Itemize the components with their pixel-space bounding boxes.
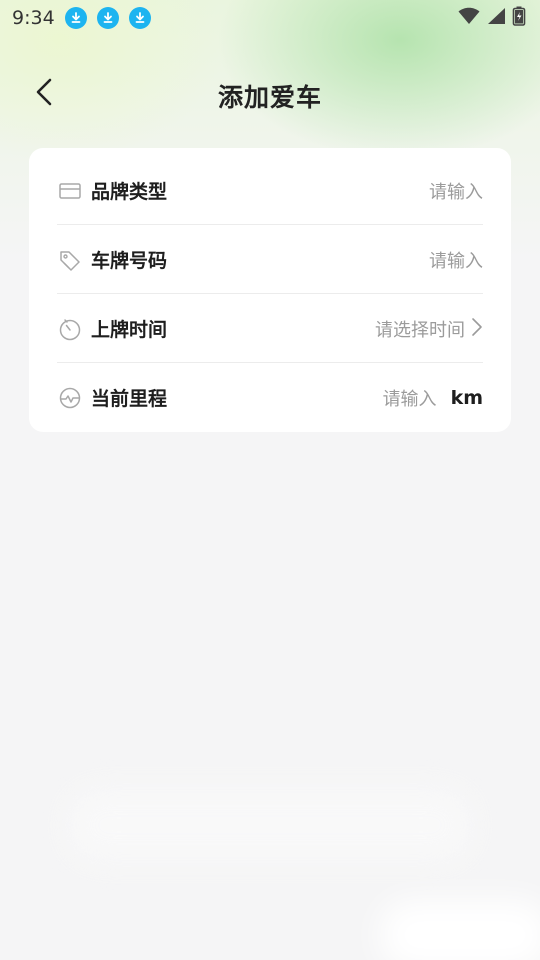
- battery-icon: [512, 6, 526, 30]
- plate-number-label: 车牌号码: [91, 250, 168, 272]
- mileage-unit: km: [450, 386, 483, 409]
- car-form-card: 品牌类型 请输入 车牌号码 请输入 上牌时间 请选择时间 当前里程 请输入 km: [29, 148, 511, 432]
- tag-icon: [57, 247, 83, 273]
- background-haze: [70, 790, 470, 860]
- header: 添加爱车: [0, 64, 540, 124]
- background-haze: [380, 900, 540, 960]
- plate-number-row[interactable]: 车牌号码 请输入: [57, 225, 483, 294]
- gauge-icon: [57, 385, 83, 411]
- mileage-input[interactable]: 请输入: [383, 385, 437, 411]
- status-time: 9:34: [12, 7, 55, 29]
- plate-number-input[interactable]: 请输入: [429, 247, 483, 273]
- cellular-signal-icon: [486, 7, 506, 29]
- brand-type-row[interactable]: 品牌类型 请输入: [57, 156, 483, 225]
- registration-date-row[interactable]: 上牌时间 请选择时间: [57, 294, 483, 363]
- download-icon: [96, 7, 119, 29]
- registration-date-picker[interactable]: 请选择时间: [375, 316, 465, 342]
- page-title: 添加爱车: [217, 83, 322, 112]
- download-icon: [64, 7, 87, 29]
- status-bar: 9:34: [0, 0, 540, 36]
- download-icon: [128, 7, 151, 29]
- clock-icon: [57, 316, 83, 342]
- mileage-label: 当前里程: [91, 388, 168, 410]
- registration-date-label: 上牌时间: [91, 319, 168, 341]
- chevron-right-icon: [471, 317, 483, 341]
- wifi-icon: [458, 7, 480, 29]
- card-icon: [57, 178, 83, 204]
- mileage-row[interactable]: 当前里程 请输入 km: [57, 363, 483, 432]
- brand-type-label: 品牌类型: [91, 181, 168, 203]
- brand-type-input[interactable]: 请输入: [429, 178, 483, 204]
